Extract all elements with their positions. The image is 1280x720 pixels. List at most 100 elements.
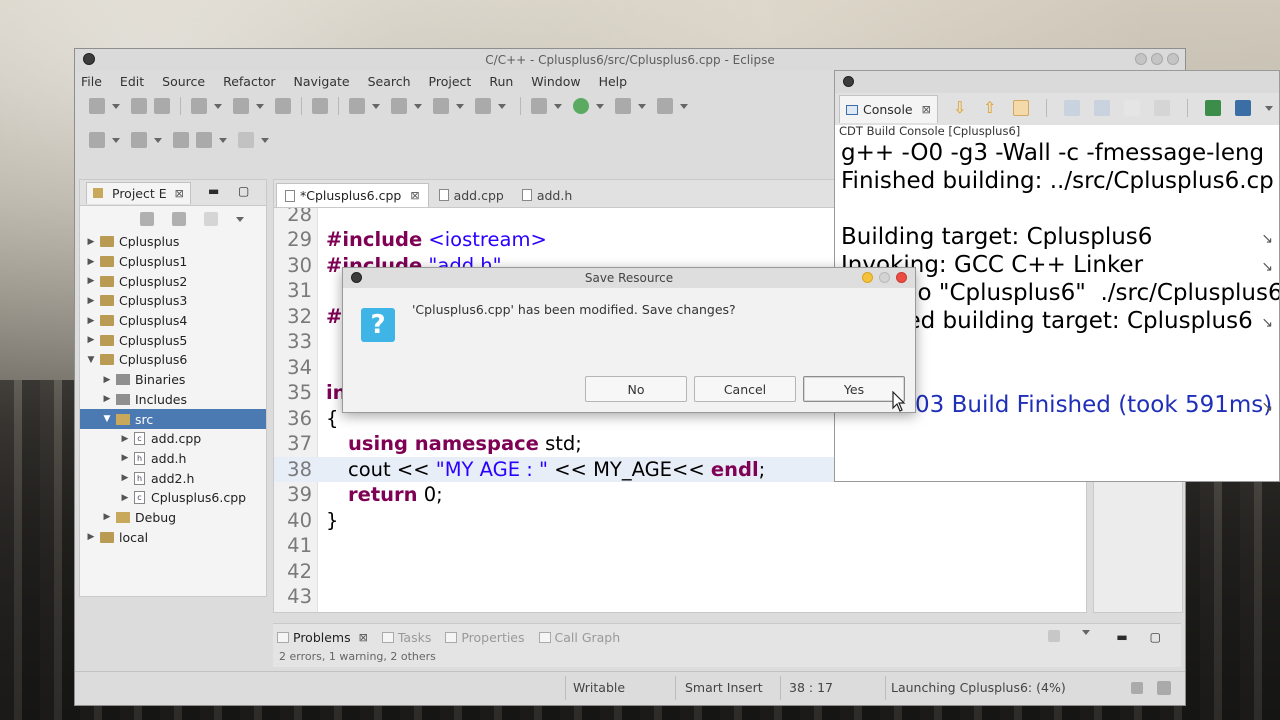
tree-item[interactable]: ▶ Binaries bbox=[80, 370, 266, 390]
refresh-icon[interactable] bbox=[475, 98, 491, 114]
menu-help[interactable]: Help bbox=[599, 74, 628, 89]
view-menu-icon[interactable] bbox=[1082, 630, 1091, 635]
chevron-down-icon[interactable] bbox=[219, 137, 227, 143]
chevron-down-icon[interactable] bbox=[154, 137, 162, 143]
new-class-icon[interactable] bbox=[433, 98, 449, 114]
expand-icon[interactable]: ▶ bbox=[102, 512, 112, 522]
link-editor-icon[interactable] bbox=[172, 212, 186, 226]
close-button[interactable] bbox=[896, 272, 907, 283]
tab-call-graph[interactable]: Call Graph bbox=[538, 630, 620, 645]
chevron-down-icon[interactable] bbox=[498, 103, 506, 109]
tab-tasks[interactable]: Tasks bbox=[381, 630, 431, 645]
tab-console[interactable]: Console ⊠ bbox=[839, 95, 938, 123]
chevron-down-icon[interactable] bbox=[680, 103, 688, 109]
window-menu-button[interactable] bbox=[843, 76, 854, 87]
forward-arrow-icon[interactable] bbox=[238, 132, 254, 148]
tree-item[interactable]: ▶ Cplusplus1 bbox=[80, 252, 266, 272]
progress-view-icon[interactable] bbox=[1157, 681, 1171, 695]
maximize-view-icon[interactable]: ▢ bbox=[238, 184, 249, 198]
tree-item[interactable]: ▶ c add.cpp bbox=[80, 429, 266, 449]
expand-icon[interactable]: ▶ bbox=[86, 532, 96, 542]
chevron-down-icon[interactable] bbox=[414, 103, 422, 109]
chevron-down-icon[interactable] bbox=[1265, 105, 1273, 111]
run-icon[interactable] bbox=[573, 98, 589, 114]
run-config-icon[interactable] bbox=[615, 98, 631, 114]
chevron-down-icon[interactable] bbox=[256, 103, 264, 109]
yes-button[interactable]: Yes bbox=[803, 376, 905, 402]
tree-item[interactable]: ▶ Cplusplus5 bbox=[80, 330, 266, 350]
menu-refactor[interactable]: Refactor bbox=[223, 74, 275, 89]
minimize-button[interactable] bbox=[1135, 53, 1147, 65]
tab-cplusplus6-cpp[interactable]: *Cplusplus6.cpp ⊠ bbox=[276, 183, 429, 207]
menu-source[interactable]: Source bbox=[162, 74, 205, 89]
chevron-down-icon[interactable] bbox=[112, 103, 120, 109]
tree-item[interactable]: ▶ Cplusplus bbox=[80, 232, 266, 252]
save-all-icon[interactable] bbox=[154, 98, 170, 114]
word-wrap-icon[interactable] bbox=[1124, 100, 1140, 116]
chevron-down-icon[interactable] bbox=[554, 103, 562, 109]
status-progress-task[interactable]: Launching Cplusplus6: (4%) bbox=[891, 680, 1066, 695]
save-icon[interactable] bbox=[131, 98, 147, 114]
previous-annotation-icon[interactable] bbox=[131, 132, 147, 148]
chevron-down-icon[interactable] bbox=[372, 103, 380, 109]
chevron-down-icon[interactable] bbox=[638, 103, 646, 109]
close-icon[interactable]: ⊠ bbox=[410, 189, 419, 202]
last-edit-icon[interactable] bbox=[173, 132, 189, 148]
no-button[interactable]: No bbox=[585, 376, 687, 402]
close-icon[interactable]: ⊠ bbox=[175, 187, 184, 200]
new-folder-icon[interactable] bbox=[391, 98, 407, 114]
close-icon[interactable]: ⊠ bbox=[359, 631, 368, 644]
minimize-view-icon[interactable]: ▬ bbox=[1116, 630, 1127, 644]
collapse-all-icon[interactable] bbox=[140, 212, 154, 226]
expand-icon[interactable]: ▶ bbox=[86, 276, 96, 286]
menu-search[interactable]: Search bbox=[368, 74, 411, 89]
chevron-down-icon[interactable] bbox=[112, 137, 120, 143]
filter-icon[interactable] bbox=[1048, 630, 1061, 642]
expand-icon[interactable]: ▶ bbox=[86, 296, 96, 306]
expand-icon[interactable]: ▶ bbox=[102, 394, 112, 404]
expand-icon[interactable]: ▶ bbox=[102, 375, 112, 385]
expand-icon[interactable]: ▶ bbox=[86, 316, 96, 326]
progress-icon[interactable] bbox=[1131, 682, 1143, 694]
menu-navigate[interactable]: Navigate bbox=[294, 74, 350, 89]
collapse-icon[interactable]: ▼ bbox=[86, 355, 96, 365]
expand-icon[interactable]: ▶ bbox=[120, 493, 130, 503]
menu-file[interactable]: File bbox=[81, 74, 102, 89]
tab-project-explorer[interactable]: Project E ⊠ bbox=[86, 181, 191, 204]
tab-add-h[interactable]: add.h bbox=[514, 183, 580, 207]
menu-edit[interactable]: Edit bbox=[120, 74, 144, 89]
minimize-button[interactable] bbox=[862, 272, 873, 283]
code-line[interactable]: 42 bbox=[274, 559, 1086, 584]
hammer-icon[interactable] bbox=[233, 98, 249, 114]
new-icon[interactable] bbox=[89, 98, 105, 114]
expand-icon[interactable]: ▶ bbox=[86, 257, 96, 267]
new-project-icon[interactable] bbox=[349, 98, 365, 114]
next-annotation-icon[interactable] bbox=[89, 132, 105, 148]
tree-item[interactable]: ▶ h add2.h bbox=[80, 468, 266, 488]
tree-item[interactable]: ▶ Cplusplus3 bbox=[80, 291, 266, 311]
clear-console-icon[interactable] bbox=[1154, 100, 1170, 116]
next-console-icon[interactable]: ⇩ bbox=[953, 100, 969, 116]
tree-item[interactable]: ▶ h add.h bbox=[80, 449, 266, 469]
filter-icon[interactable] bbox=[204, 212, 218, 226]
chevron-down-icon[interactable] bbox=[261, 137, 269, 143]
gear-icon[interactable] bbox=[191, 98, 207, 114]
link-build-icon[interactable] bbox=[1013, 100, 1029, 116]
tab-properties[interactable]: Properties bbox=[445, 630, 525, 645]
code-line[interactable]: 41 bbox=[274, 533, 1086, 558]
menu-run[interactable]: Run bbox=[489, 74, 513, 89]
tree-item[interactable]: ▶ Cplusplus2 bbox=[80, 271, 266, 291]
tree-item[interactable]: ▶ Debug bbox=[80, 508, 266, 528]
view-menu-icon[interactable] bbox=[236, 216, 244, 222]
expand-icon[interactable]: ▶ bbox=[120, 453, 130, 463]
chevron-down-icon[interactable] bbox=[596, 103, 604, 109]
expand-icon[interactable]: ▶ bbox=[86, 237, 96, 247]
close-button[interactable] bbox=[1167, 53, 1179, 65]
window-menu-button[interactable] bbox=[83, 53, 95, 65]
tree-item[interactable]: ▶ Cplusplus4 bbox=[80, 311, 266, 331]
cancel-button[interactable]: Cancel bbox=[694, 376, 796, 402]
tree-item[interactable]: ▶ c Cplusplus6.cpp bbox=[80, 488, 266, 508]
maximize-button[interactable] bbox=[879, 272, 890, 283]
tab-add-cpp[interactable]: add.cpp bbox=[431, 183, 512, 207]
display-console-icon[interactable] bbox=[1235, 100, 1251, 116]
